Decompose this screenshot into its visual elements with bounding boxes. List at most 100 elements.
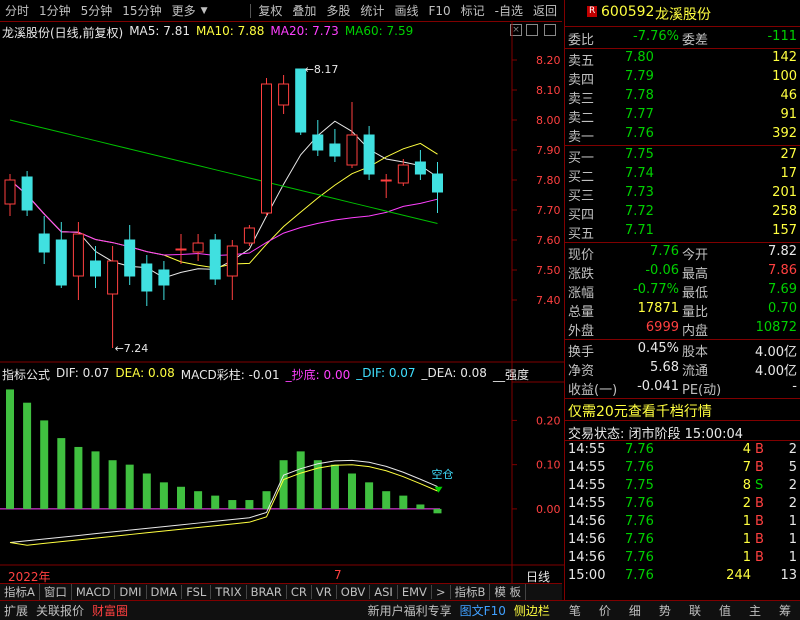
stat-value: 7.69 — [768, 282, 797, 297]
bid-volume: 157 — [772, 223, 797, 238]
tab-trix[interactable]: TRIX — [211, 585, 247, 599]
tab-asi[interactable]: ASI — [370, 585, 398, 599]
ask-volume: 142 — [772, 50, 797, 65]
tab-brar[interactable]: BRAR — [247, 585, 287, 599]
tab-fsl[interactable]: FSL — [182, 585, 212, 599]
candle-body — [414, 161, 426, 175]
candle-body — [38, 233, 50, 253]
stat-value: 6999 — [645, 320, 679, 335]
panel-tab-bi[interactable]: 笔 — [560, 602, 590, 619]
ask-row: 卖四 7.79 100 — [565, 69, 800, 88]
tick-count: 13 — [780, 568, 797, 583]
stat-value: 10872 — [755, 320, 797, 335]
panel-tab-lian[interactable]: 联 — [680, 602, 710, 619]
candle-body — [380, 179, 392, 182]
ask-volume: 46 — [780, 88, 797, 103]
stat-row: 总量 17871 量比 0.70 — [565, 301, 800, 320]
price-tick-label: 7.90 — [536, 144, 561, 157]
tick-price: 7.76 — [625, 550, 654, 565]
divider — [565, 339, 800, 340]
weicha-value: -111 — [767, 29, 797, 44]
bid-row: 买五 7.71 157 — [565, 223, 800, 242]
tick-row: 14:56 7.76 1 B 1 — [565, 532, 800, 551]
macd-bar — [23, 402, 32, 509]
status-caifuquan[interactable]: 财富圈 — [88, 602, 132, 619]
dif2-value: _DIF: 0.07 — [356, 366, 416, 380]
stat2-row: 收益(一) -0.041 PE(动) - — [565, 379, 800, 398]
axis-month-label: 7 — [334, 568, 342, 582]
tab-vr[interactable]: VR — [312, 585, 337, 599]
r-badge: R — [587, 6, 598, 17]
ask-row: 卖五 7.80 142 — [565, 50, 800, 69]
promo-row[interactable]: 仅需20元查看千档行情 — [565, 401, 800, 420]
tick-count: 5 — [788, 460, 797, 475]
tab-cr[interactable]: CR — [287, 585, 312, 599]
promo-link[interactable]: 仅需20元查看千档行情 — [568, 401, 712, 421]
candle-body — [209, 239, 221, 280]
panel-tab-shi[interactable]: 势 — [650, 602, 680, 619]
bid-volume: 258 — [772, 204, 797, 219]
stock-code: 600592 — [601, 4, 655, 20]
tab-zhibiao-a[interactable]: 指标A — [0, 584, 40, 600]
ask-label: 卖三 — [568, 92, 595, 107]
stat-value: 17871 — [637, 301, 679, 316]
dea-line — [9, 464, 438, 546]
tab-dmi[interactable]: DMI — [115, 585, 147, 599]
candle-body — [312, 134, 324, 151]
candle-body — [141, 263, 153, 292]
tab-zhibiao-b[interactable]: 指标B — [451, 584, 491, 600]
stat-value: 4.00亿 — [755, 364, 797, 379]
stat-value: 0.45% — [637, 341, 679, 356]
tab-muban[interactable]: 模 板 — [490, 584, 527, 600]
macd-bar — [365, 482, 374, 509]
tick-side: B — [755, 496, 764, 511]
price-tick-label: 7.60 — [536, 234, 561, 247]
tick-price: 7.76 — [625, 460, 654, 475]
candle-body — [261, 83, 272, 214]
tick-time: 14:55 — [568, 460, 606, 475]
panel-tab-xi[interactable]: 细 — [620, 602, 650, 619]
stock-name: 龙溪股份 — [655, 7, 711, 23]
bid-row: 买二 7.74 17 — [565, 166, 800, 185]
tab-chuangkou[interactable]: 窗口 — [40, 584, 72, 600]
tab-emv[interactable]: EMV — [398, 585, 432, 599]
tick-volume: 1 — [742, 532, 751, 547]
ask-price: 7.78 — [625, 88, 654, 103]
bid-row: 买一 7.75 27 — [565, 147, 800, 166]
candle-body — [107, 260, 119, 295]
macd-value: MACD彩柱: -0.01 — [180, 368, 280, 382]
status-f10[interactable]: 图文F10 — [456, 602, 510, 619]
bid-label: 买五 — [568, 227, 595, 242]
tick-row: 14:55 7.76 7 B 5 — [565, 460, 800, 479]
dea2-value: _DEA: 0.08 — [421, 366, 487, 380]
kongcang-label: 空仓 — [432, 467, 454, 481]
tab-obv[interactable]: OBV — [337, 585, 371, 599]
indicator-name[interactable]: 指标公式 — [2, 366, 50, 382]
tab-dma[interactable]: DMA — [147, 585, 183, 599]
bid-row: 买三 7.73 201 — [565, 185, 800, 204]
status-promo[interactable]: 新用户福利专享 — [364, 602, 456, 619]
panel-tab-zhi[interactable]: 值 — [710, 602, 740, 619]
tick-price: 7.76 — [625, 442, 654, 457]
macd-bar — [74, 446, 83, 509]
panel-tab-zhu[interactable]: 主 — [740, 602, 770, 619]
macd-bar — [108, 460, 117, 509]
stat-value: 5.68 — [650, 360, 679, 375]
panel-tab-jia[interactable]: 价 — [590, 602, 620, 619]
bid-price: 7.71 — [625, 223, 654, 238]
status-kuozhan[interactable]: 扩展 — [0, 602, 32, 619]
tick-volume: 1 — [742, 550, 751, 565]
tick-time: 14:56 — [568, 532, 606, 547]
panel-tab-chou[interactable]: 筹 — [770, 602, 800, 619]
macd-bar — [125, 464, 134, 509]
bid-price: 7.72 — [625, 204, 654, 219]
stat-value: - — [792, 379, 797, 394]
tabs-more-arrow[interactable]: > — [432, 585, 451, 599]
tick-row: 15:00 7.76 244 13 — [565, 568, 800, 587]
tab-macd[interactable]: MACD — [72, 585, 116, 599]
stat-label: 内盘 — [682, 324, 709, 339]
candle-body — [346, 134, 358, 166]
status-guanlian[interactable]: 关联报价 — [32, 602, 88, 619]
status-bar: 扩展 关联报价 财富圈 新用户福利专享 图文F10 侧边栏 笔 价 细 势 联 … — [0, 600, 800, 620]
status-sidebar[interactable]: 侧边栏 — [510, 602, 554, 619]
